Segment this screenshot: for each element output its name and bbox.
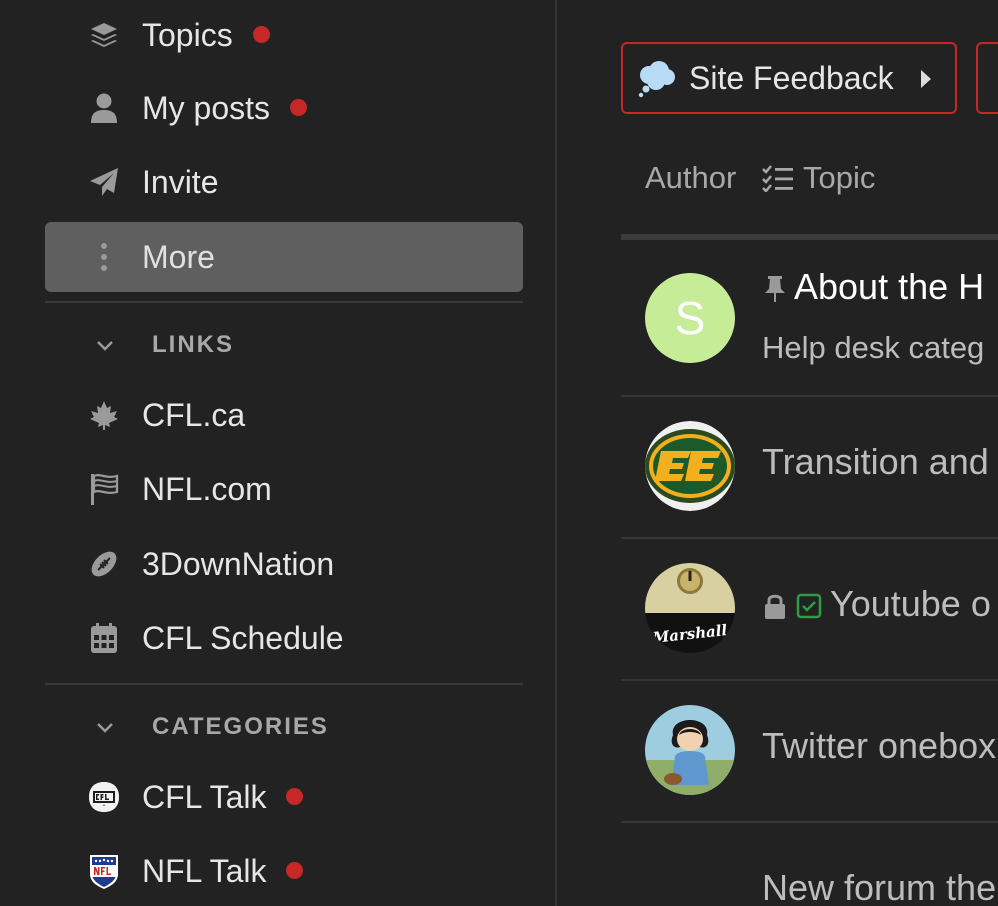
header-divider: [621, 234, 998, 240]
sidebar-link-nfl-com[interactable]: NFL.com: [45, 454, 523, 524]
user-icon: [85, 89, 123, 127]
amplifier-avatar: Marshall: [645, 563, 735, 653]
sidebar-item-label: My posts: [142, 89, 271, 126]
avatar-letter: S: [674, 292, 706, 344]
paper-plane-icon: [85, 163, 123, 201]
topic-link[interactable]: Youtube o: [762, 583, 991, 625]
topic-list-panel: Site Feedback Author Topic S About the H…: [557, 0, 998, 906]
cfl-logo-icon: [85, 778, 123, 816]
unread-dot: [252, 25, 270, 43]
section-title: LINKS: [152, 331, 234, 358]
topic-title: About the H: [794, 266, 985, 307]
topic-excerpt: Help desk categ: [762, 330, 985, 365]
tag-dropdown-button[interactable]: [976, 42, 998, 114]
row-divider: [621, 821, 998, 823]
nfl-logo-icon: [85, 852, 123, 890]
unread-dot: [290, 98, 308, 116]
sidebar-item-label: CFL Talk: [142, 778, 267, 815]
section-title: CATEGORIES: [152, 713, 329, 740]
sidebar-item-invite[interactable]: Invite: [45, 147, 523, 217]
row-divider: [621, 537, 998, 539]
sidebar-link-3downnation[interactable]: 3DownNation: [45, 529, 523, 599]
sidebar: Topics My posts Invite More LINKS CFL.ca: [0, 0, 556, 906]
topic-link[interactable]: New forum the: [762, 867, 996, 906]
layers-icon: [85, 16, 123, 54]
avatar[interactable]: Marshall: [645, 563, 735, 653]
unread-dot: [286, 787, 304, 805]
avatar[interactable]: [645, 421, 735, 511]
topic-title: Youtube o: [830, 583, 991, 624]
category-dropdown-button[interactable]: Site Feedback: [621, 42, 957, 114]
topic-column-header[interactable]: Topic: [761, 160, 875, 196]
sidebar-item-label: Topics: [142, 16, 233, 53]
thought-cloud-icon: [638, 61, 675, 98]
topic-link[interactable]: Transition and: [762, 441, 989, 483]
caret-right-icon: [921, 70, 931, 88]
lock-icon: [765, 595, 785, 620]
topic-header-label: Topic: [803, 160, 876, 195]
sidebar-item-more[interactable]: More: [45, 222, 523, 292]
vertical-ellipsis-icon: [85, 238, 123, 276]
links-section-header[interactable]: LINKS: [45, 315, 523, 375]
category-label: Site Feedback: [689, 59, 894, 96]
sidebar-item-label: NFL.com: [142, 470, 272, 507]
sidebar-item-label: Invite: [142, 163, 219, 200]
chevron-down-icon: [97, 341, 113, 351]
avatar[interactable]: [645, 705, 735, 795]
pin-icon: [765, 276, 785, 303]
sidebar-link-cfl-ca[interactable]: CFL.ca: [45, 380, 523, 450]
avatar[interactable]: S: [645, 273, 735, 363]
row-divider: [621, 395, 998, 397]
flag-icon: [85, 470, 123, 508]
cartoon-avatar: [645, 705, 735, 795]
checklist-icon: [762, 165, 793, 192]
football-icon: [85, 545, 123, 583]
section-divider: [45, 301, 523, 303]
row-divider: [621, 679, 998, 681]
categories-section-header[interactable]: CATEGORIES: [45, 697, 523, 757]
sidebar-item-my-posts[interactable]: My posts: [45, 73, 523, 143]
sidebar-category-nfl-talk[interactable]: NFL Talk: [45, 836, 523, 906]
maple-leaf-icon: [85, 396, 123, 434]
sidebar-item-label: CFL.ca: [142, 396, 246, 433]
calendar-icon: [85, 619, 123, 657]
sidebar-category-cfl-talk[interactable]: CFL Talk: [45, 762, 523, 832]
sidebar-item-label: NFL Talk: [142, 852, 267, 889]
sidebar-link-cfl-schedule[interactable]: CFL Schedule: [45, 603, 523, 673]
topic-link[interactable]: Twitter onebox: [762, 725, 996, 767]
author-column-header: Author: [645, 160, 737, 195]
sidebar-item-topics[interactable]: Topics: [45, 0, 523, 70]
section-divider: [45, 683, 523, 685]
chevron-down-icon: [97, 723, 113, 733]
sidebar-item-label: 3DownNation: [142, 545, 335, 582]
unread-dot: [286, 861, 304, 879]
sidebar-item-label: More: [142, 238, 215, 275]
solved-checkbox-icon: [796, 594, 822, 619]
topic-link[interactable]: About the H: [762, 266, 984, 308]
sidebar-item-label: CFL Schedule: [142, 619, 344, 656]
eskimos-logo-avatar: [645, 421, 735, 511]
